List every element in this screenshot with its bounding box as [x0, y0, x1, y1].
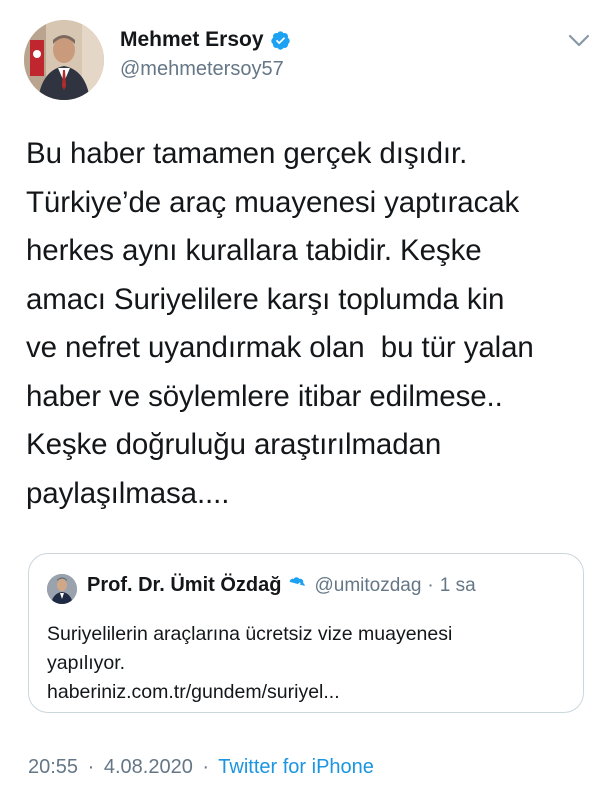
- quoted-verified-badge-icon: [290, 577, 306, 589]
- footer-separator-2: ·: [202, 756, 210, 778]
- tweet-date[interactable]: 4.08.2020: [104, 756, 193, 778]
- quoted-avatar-photo: [47, 574, 77, 604]
- chevron-down-icon[interactable]: [568, 34, 590, 48]
- quoted-author-name[interactable]: Prof. Dr. Ümit Özdağ: [87, 574, 281, 597]
- quoted-tweet-time[interactable]: 1 sa: [440, 575, 476, 597]
- tweet-text: Bu haber tamamen gerçek dışıdır. Türkiye…: [26, 137, 534, 510]
- author-name-row: Mehmet Ersoy: [120, 28, 291, 52]
- tweet-footer: 20:55 · 4.08.2020 · Twitter for iPhone: [28, 756, 374, 779]
- tweet-time[interactable]: 20:55: [28, 756, 78, 778]
- quoted-tweet-header: Prof. Dr. Ümit Özdağ @umitozdag · 1 sa: [87, 574, 476, 597]
- author-name[interactable]: Mehmet Ersoy: [120, 28, 264, 52]
- author-handle[interactable]: @mehmetersoy57: [120, 58, 284, 81]
- quoted-tweet[interactable]: Prof. Dr. Ümit Özdağ @umitozdag · 1 sa S…: [28, 553, 584, 713]
- tweet-card: Mehmet Ersoy @mehmetersoy57 Bu haber tam…: [0, 0, 612, 793]
- quoted-author-handle[interactable]: @umitozdag: [314, 575, 421, 597]
- quoted-tweet-text: Suriyelilerin araçlarına ücretsiz vize m…: [47, 623, 453, 703]
- tweet-source-link[interactable]: Twitter for iPhone: [218, 756, 374, 778]
- footer-separator: ·: [87, 756, 95, 778]
- verified-badge-icon: [270, 30, 290, 50]
- quoted-header-separator: ·: [427, 574, 434, 596]
- avatar-photo: [24, 20, 104, 100]
- quoted-author-avatar[interactable]: [47, 574, 77, 604]
- author-avatar[interactable]: [24, 20, 104, 100]
